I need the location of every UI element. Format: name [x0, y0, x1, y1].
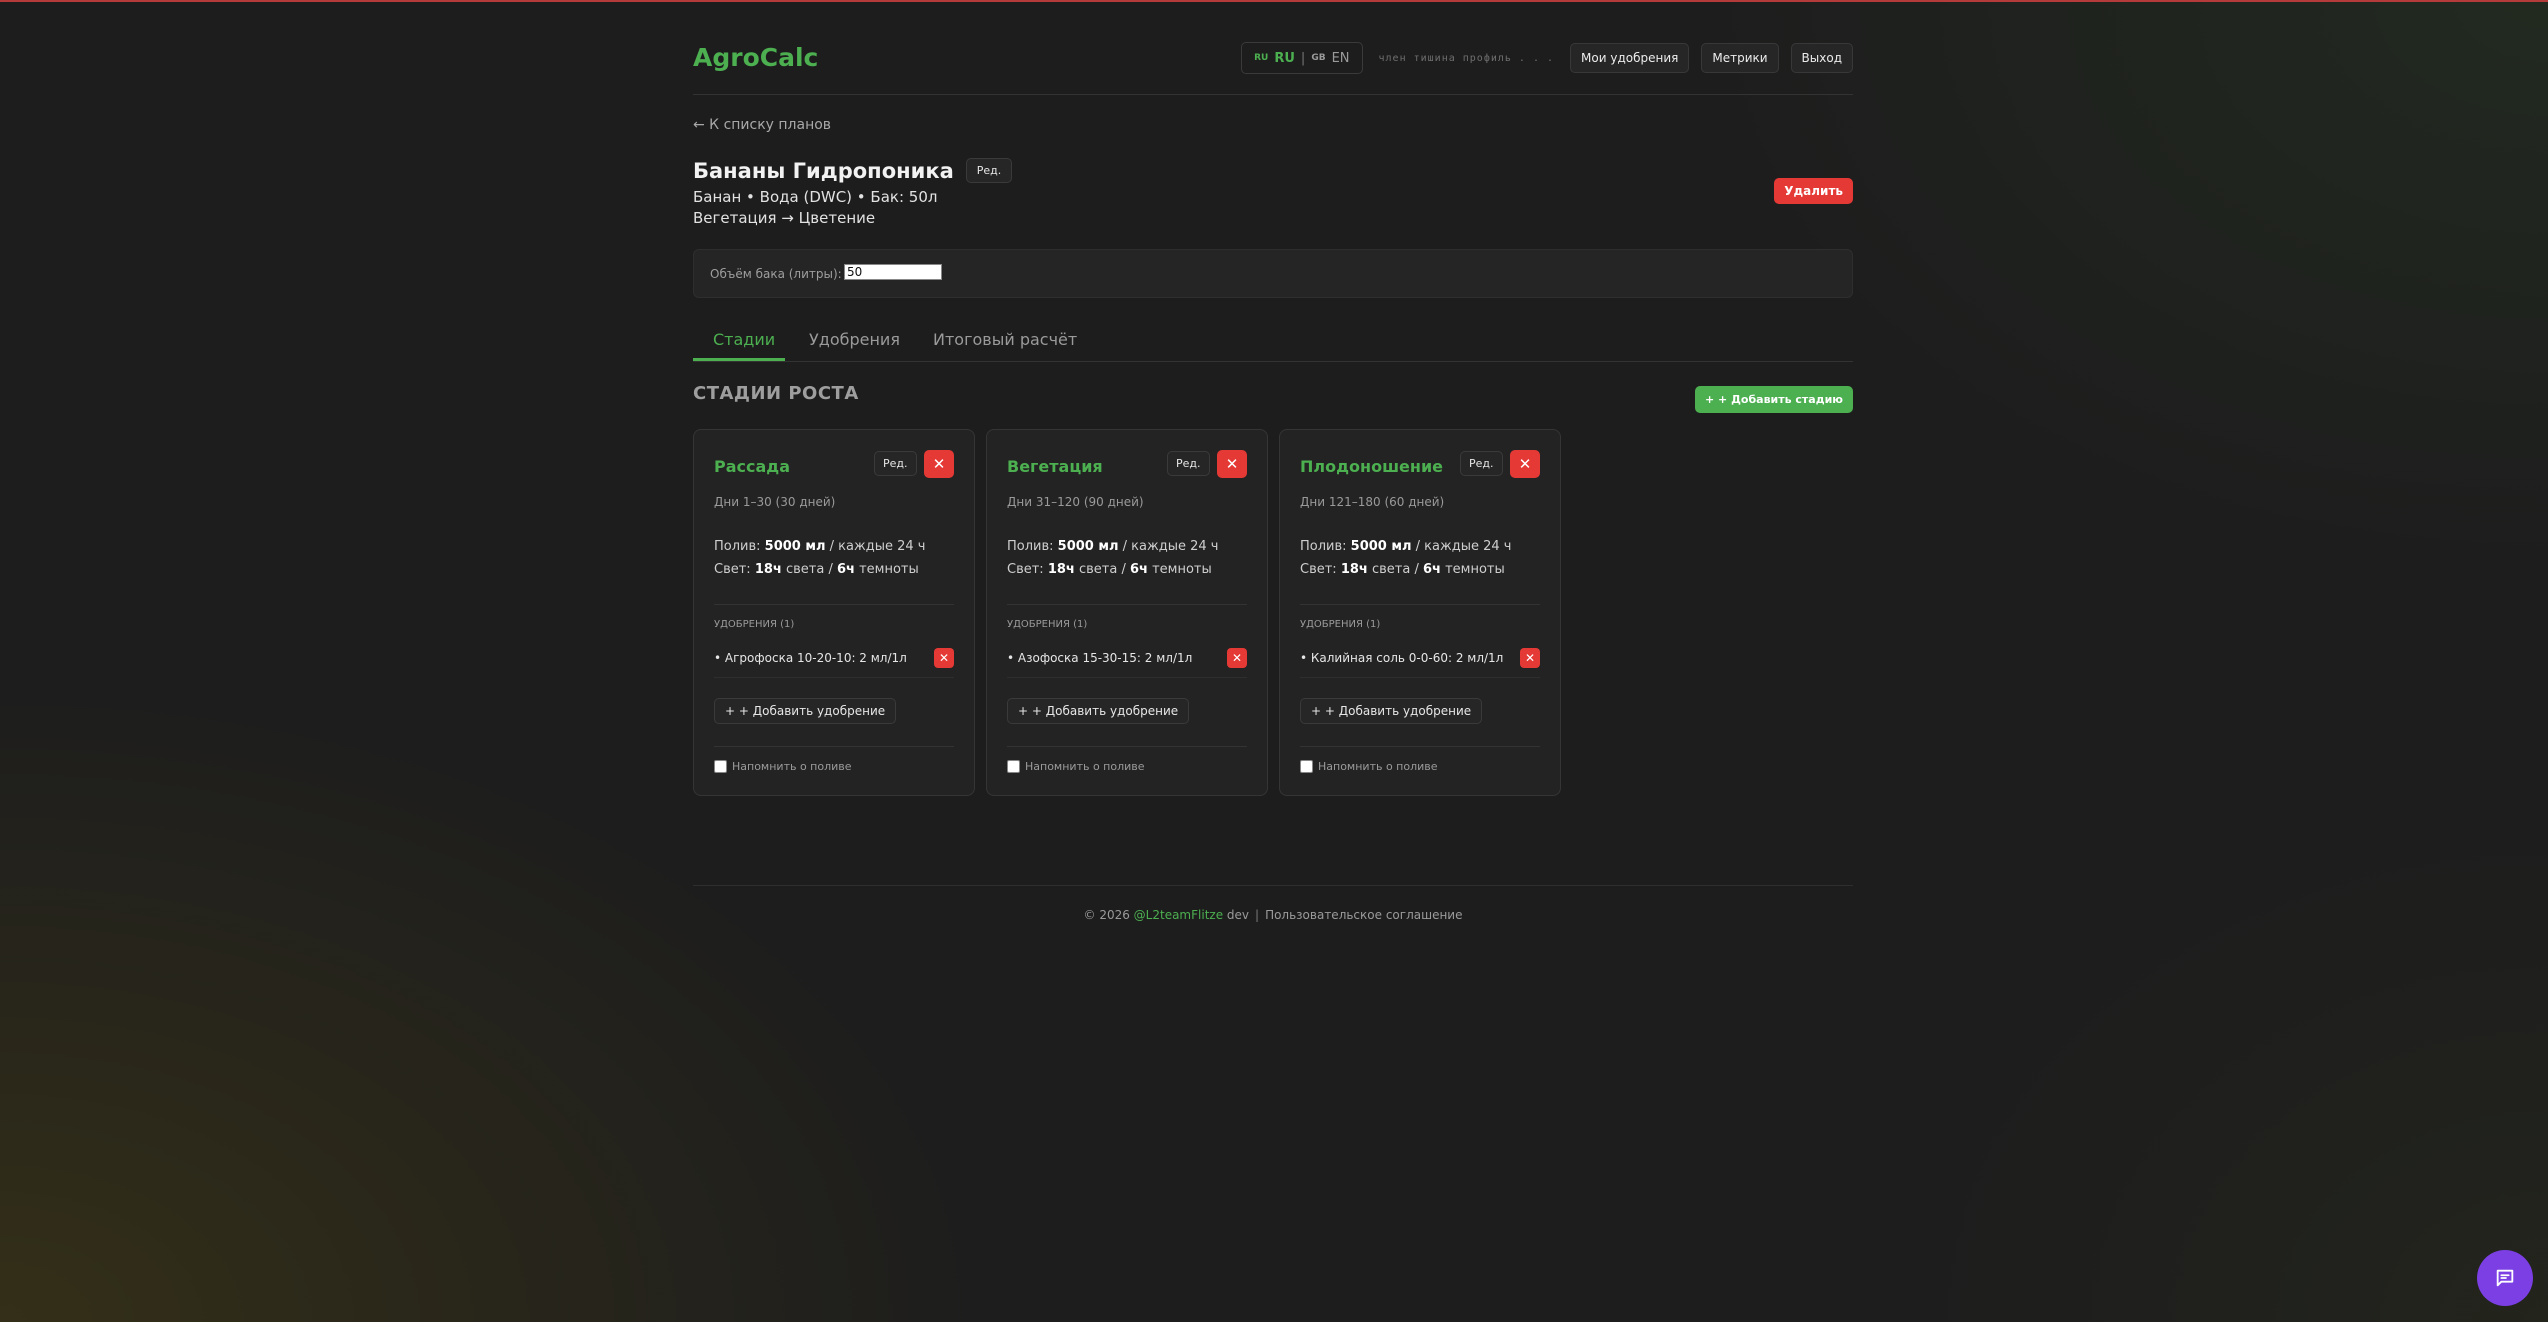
divider: [714, 604, 954, 605]
watering-reminder: Напомнить о поливе: [1007, 760, 1145, 773]
close-icon: ✕: [932, 455, 946, 473]
reminder-label: Напомнить о поливе: [1025, 760, 1145, 773]
divider: [714, 677, 954, 678]
lang-ru-option[interactable]: RU: [1274, 51, 1295, 66]
footer-dev: dev: [1223, 908, 1250, 922]
app-logo[interactable]: AgroCalc: [693, 43, 818, 72]
footer: © 2026 @L2teamFlitze dev | Пользовательско…: [693, 908, 1853, 922]
plan-title-row: Бананы Гидропоника Ред.: [693, 158, 1013, 183]
plan-title: Бананы Гидропоника: [693, 158, 954, 183]
header-actions: RU RU | GB EN члeн тишина профиль . . . …: [1241, 42, 1853, 74]
tank-volume-panel: Объём бака (литры): 50: [693, 249, 1853, 298]
stage-fertilizer-item: • Азофоска 15-30-15: 2 мл/1л: [1007, 651, 1193, 665]
edit-stage-button[interactable]: Ред.: [874, 451, 917, 476]
stage-days: Дни 1–30 (30 дней): [714, 495, 836, 509]
remove-fertilizer-button[interactable]: ✕: [1520, 648, 1540, 668]
stage-watering: Полив: 5000 мл / каждые 24 ч: [1300, 539, 1512, 554]
footer-divider: [693, 885, 1853, 886]
back-to-plans-link[interactable]: ← К списку планов: [693, 117, 831, 133]
add-stage-button[interactable]: + + Добавить стадию: [1695, 386, 1853, 413]
plan-phase: Вегетация → Цветение: [693, 209, 876, 227]
stage-fertilizers-title: УДОБРЕНИЯ (1): [1007, 619, 1088, 630]
watering-reminder: Напомнить о поливе: [714, 760, 852, 773]
tabs: Стадии Удобрения Итоговый расчёт: [693, 322, 1853, 362]
tank-volume-label: Объём бака (литры):: [710, 267, 842, 281]
divider: [714, 746, 954, 747]
language-switcher: RU RU | GB EN: [1241, 42, 1363, 74]
stage-card: Плодоношение Ред. ✕ Дни 121–180 (60 дней…: [1279, 429, 1561, 796]
stage-name: Плодоношение: [1300, 457, 1444, 476]
stage-card: Вегетация Ред. ✕ Дни 31–120 (90 дней) По…: [986, 429, 1268, 796]
lang-en-option[interactable]: EN: [1332, 51, 1350, 66]
footer-copyright: © 2026: [1083, 908, 1134, 922]
reminder-label: Напомнить о поливе: [1318, 760, 1438, 773]
divider: [1007, 746, 1247, 747]
metrics-button[interactable]: Метрики: [1701, 43, 1779, 73]
reminder-checkbox[interactable]: [714, 760, 727, 773]
reminder-label: Напомнить о поливе: [732, 760, 852, 773]
stage-card: Рассада Ред. ✕ Дни 1–30 (30 дней) Полив:…: [693, 429, 975, 796]
stage-name: Рассада: [714, 457, 791, 476]
ru-flag-icon: RU: [1254, 53, 1269, 63]
add-fertilizer-button[interactable]: + + Добавить удобрение: [1007, 698, 1190, 724]
footer-separator: |: [1255, 908, 1260, 922]
stage-light: Свет: 18ч света / 6ч темноты: [1007, 562, 1212, 577]
add-fertilizer-button[interactable]: + + Добавить удобрение: [1300, 698, 1483, 724]
stage-fertilizers-title: УДОБРЕНИЯ (1): [1300, 619, 1381, 630]
header: AgroCalc RU RU | GB EN члeн тишина профи…: [693, 0, 1853, 95]
delete-stage-button[interactable]: ✕: [924, 450, 954, 478]
active-tab-indicator: [693, 358, 785, 361]
stage-days: Дни 31–120 (90 дней): [1007, 495, 1144, 509]
gb-flag-icon: GB: [1311, 53, 1326, 63]
close-icon: ✕: [1225, 455, 1239, 473]
stage-fertilizer-item: • Агрофоска 10-20-10: 2 мл/1л: [714, 651, 907, 665]
footer-author-link[interactable]: @L2teamFlitze: [1134, 908, 1223, 922]
chat-bubble-icon: [2496, 1269, 2514, 1287]
chat-button[interactable]: [2477, 1250, 2533, 1306]
tab-summary[interactable]: Итоговый расчёт: [933, 330, 1077, 349]
stage-days: Дни 121–180 (60 дней): [1300, 495, 1445, 509]
delete-stage-button[interactable]: ✕: [1510, 450, 1540, 478]
close-icon: ✕: [938, 651, 950, 665]
close-icon: ✕: [1231, 651, 1243, 665]
terms-link[interactable]: Пользовательское соглашение: [1265, 908, 1462, 922]
tank-volume-input[interactable]: 50: [844, 264, 942, 280]
stage-name: Вегетация: [1007, 457, 1103, 476]
tab-fertilizers[interactable]: Удобрения: [809, 330, 900, 349]
stage-light: Свет: 18ч света / 6ч темноты: [714, 562, 919, 577]
user-status-line: члeн тишина профиль . . .: [1378, 52, 1555, 64]
logout-button[interactable]: Выход: [1790, 43, 1853, 73]
stages-section-title: СТАДИИ РОСТА: [693, 383, 859, 404]
divider: [1007, 604, 1247, 605]
stage-fertilizer-item: • Калийная соль 0-0-60: 2 мл/1л: [1300, 651, 1504, 665]
remove-fertilizer-button[interactable]: ✕: [934, 648, 954, 668]
reminder-checkbox[interactable]: [1007, 760, 1020, 773]
add-fertilizer-button[interactable]: + + Добавить удобрение: [714, 698, 897, 724]
edit-plan-button[interactable]: Ред.: [965, 158, 1013, 183]
divider: [1300, 604, 1540, 605]
delete-stage-button[interactable]: ✕: [1217, 450, 1247, 478]
edit-stage-button[interactable]: Ред.: [1460, 451, 1503, 476]
stage-light: Свет: 18ч света / 6ч темноты: [1300, 562, 1505, 577]
edit-stage-button[interactable]: Ред.: [1167, 451, 1210, 476]
my-fertilizers-button[interactable]: Мои удобрения: [1570, 43, 1690, 73]
delete-plan-button[interactable]: Удалить: [1774, 178, 1853, 204]
lang-separator: |: [1300, 50, 1306, 66]
watering-reminder: Напомнить о поливе: [1300, 760, 1438, 773]
divider: [1007, 677, 1247, 678]
close-icon: ✕: [1518, 455, 1532, 473]
divider: [1300, 746, 1540, 747]
divider: [1300, 677, 1540, 678]
plan-meta: Банан • Вода (DWC) • Бак: 50л: [693, 188, 938, 206]
close-icon: ✕: [1524, 651, 1536, 665]
remove-fertilizer-button[interactable]: ✕: [1227, 648, 1247, 668]
reminder-checkbox[interactable]: [1300, 760, 1313, 773]
tab-stages[interactable]: Стадии: [713, 330, 775, 349]
stage-watering: Полив: 5000 мл / каждые 24 ч: [714, 539, 926, 554]
stage-fertilizers-title: УДОБРЕНИЯ (1): [714, 619, 795, 630]
stage-watering: Полив: 5000 мл / каждые 24 ч: [1007, 539, 1219, 554]
